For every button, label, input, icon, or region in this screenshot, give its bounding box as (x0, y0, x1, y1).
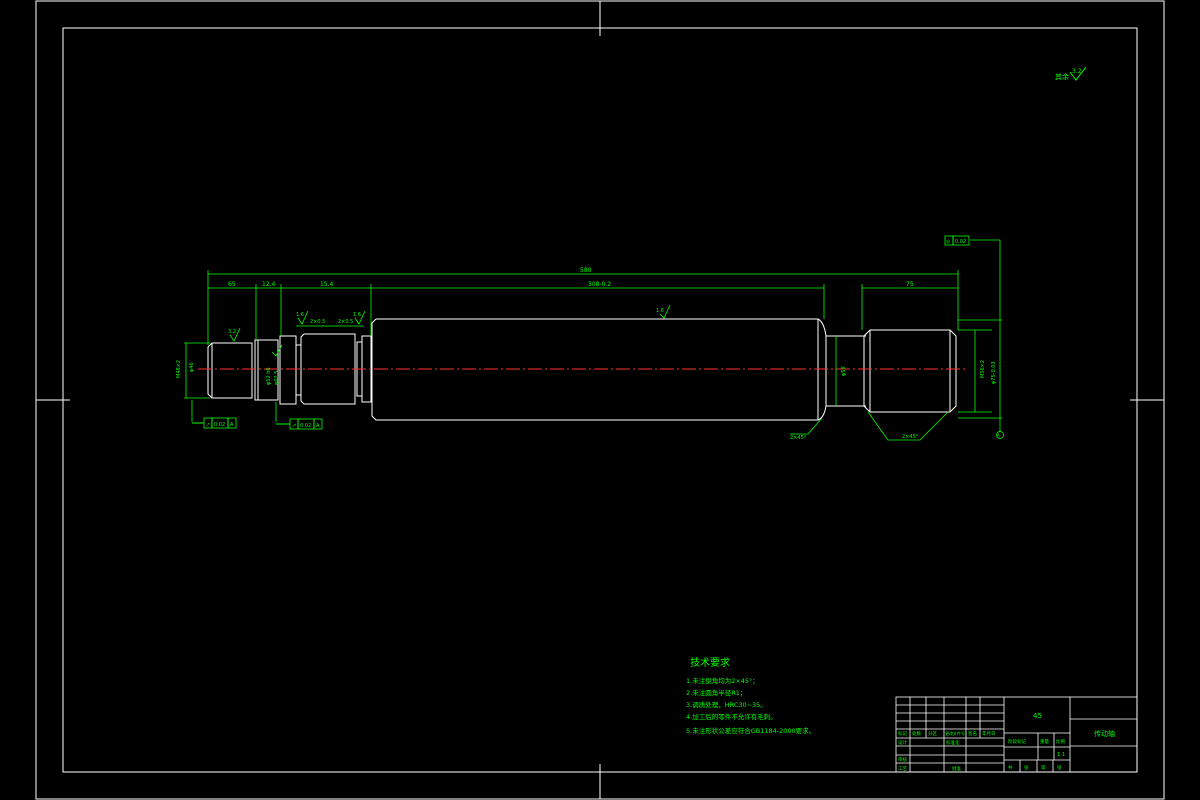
roughness-symbol-general: 其余 3.2 (1055, 66, 1087, 81)
dim-neck-dia: φ58 (841, 366, 847, 376)
tol-frame-3-symbol: ◎ (946, 239, 951, 245)
dimensions: 580 65 12.4 15.4 308-0.2 75 1.6 2×0.5 2×… (176, 239, 1004, 441)
tol-frame-3-value: 0.02 (955, 239, 966, 245)
groove-label-2: 1.6 (353, 312, 361, 318)
tb-cell-weight: 重量 (1040, 738, 1049, 745)
note-item-2: 2.未注圆角半径R1； (686, 688, 746, 697)
chamfer-callout-2: 2×45° (902, 434, 919, 440)
dim-overall-length: 580 (580, 267, 592, 274)
tolerance-frame-2: ↗ 0.02 A (276, 418, 323, 430)
tb-cell-stage: 阶段标记 (1008, 738, 1026, 745)
tb-cell-review: 审核 (898, 756, 907, 763)
dim-collar-dia: φ52 h6 (266, 367, 272, 385)
tb-cell-process: 工艺 (898, 766, 907, 772)
tolerance-frame-3: ◎ 0.02 A (944, 235, 1000, 438)
groove-width-1: 2×0.5 (310, 319, 325, 325)
sheet-inner-frame (62, 27, 1138, 773)
groove-width-2: 2×0.5 (338, 319, 353, 325)
roughness-main-body: 1.6 (656, 308, 664, 314)
tb-cell-scale-label: 比例 (1056, 738, 1065, 745)
dim-seat-length: 15.4 (320, 281, 334, 288)
tb-cell-change-doc: 更改文件号 (945, 730, 965, 736)
dim-left-thread: M48×2 (176, 360, 182, 378)
tolerance-frame-1: ↗ 0.02 A (192, 417, 237, 429)
datum-label: A (997, 433, 1000, 438)
tol-frame-1-symbol: ↗ (206, 422, 210, 428)
roughness-left-end: 3.2 (228, 329, 236, 335)
sheet-outer-border (35, 0, 1165, 800)
dim-collar-length: 12.4 (262, 281, 276, 288)
tb-cell-date: 年月日 (982, 730, 996, 737)
tb-cell-zone: 分区 (928, 730, 937, 737)
tb-cell-approve: 批准 (952, 765, 961, 772)
technical-notes: 技术要求 1.未注倒角均为2×45°； 2.未注圆角半径R1； 3.调质处理，H… (686, 656, 815, 735)
dim-right-length: 75 (906, 281, 914, 288)
tol-frame-2-symbol: ↗ (292, 423, 296, 429)
tb-material: 45 (1033, 712, 1042, 720)
dim-collar-dia-2: φ62.5 (274, 371, 280, 385)
tol-frame-2-datum: A (316, 423, 320, 429)
tb-part-name: 传动轴 (1094, 729, 1115, 738)
groove-label-1: 1.6 (296, 312, 304, 318)
tb-cell-sign: 签名 (968, 730, 977, 737)
tol-frame-1-value: 0.02 (214, 422, 225, 428)
note-item-5: 5.未注形状公差应符合GB1184-2000要求。 (686, 726, 815, 735)
note-item-1: 1.未注倒角均为2×45°； (686, 676, 759, 685)
tol-frame-1-datum: A (230, 422, 234, 428)
tol-frame-2-value: 0.02 (300, 423, 311, 429)
dim-left-dia: φ46 (189, 362, 195, 372)
note-item-4: 4.加工后的零件不允许有毛刺。 (686, 712, 777, 721)
tb-cell-sheet: 张 (1057, 764, 1062, 771)
tb-cell-design: 设计 (898, 739, 907, 746)
note-item-3: 3.调质处理，HRC30~35。 (686, 700, 767, 709)
tb-cell-nth: 第 (1041, 764, 1046, 771)
tb-cell-sheets: 张 (1024, 764, 1029, 771)
dim-right-thread: M56×2 (980, 360, 986, 378)
tb-cell-count: 处数 (912, 730, 921, 737)
roughness-other-label: 其余 (1055, 72, 1069, 81)
cad-drawing-sheet: 其余 3.2 580 65 12.4 15.4 308-0.2 75 1.6 2… (35, 0, 1165, 800)
tb-scale: 1:1 (1057, 752, 1065, 758)
dim-left-length: 65 (228, 281, 236, 288)
tb-cell-mark: 标记 (898, 730, 907, 737)
notes-title: 技术要求 (690, 656, 730, 669)
title-block: 标记 处数 分区 更改文件号 签名 年月日 设计 标准化 阶段标记 重量 比例 … (895, 696, 1138, 773)
tb-cell-total: 共 (1008, 764, 1013, 771)
chamfer-callout-1: 2×45° (790, 435, 807, 441)
dim-right-tolerance: φ75-0.03 (991, 361, 997, 384)
tb-cell-standard: 标准化 (946, 739, 960, 746)
dim-body-length: 308-0.2 (588, 281, 611, 288)
